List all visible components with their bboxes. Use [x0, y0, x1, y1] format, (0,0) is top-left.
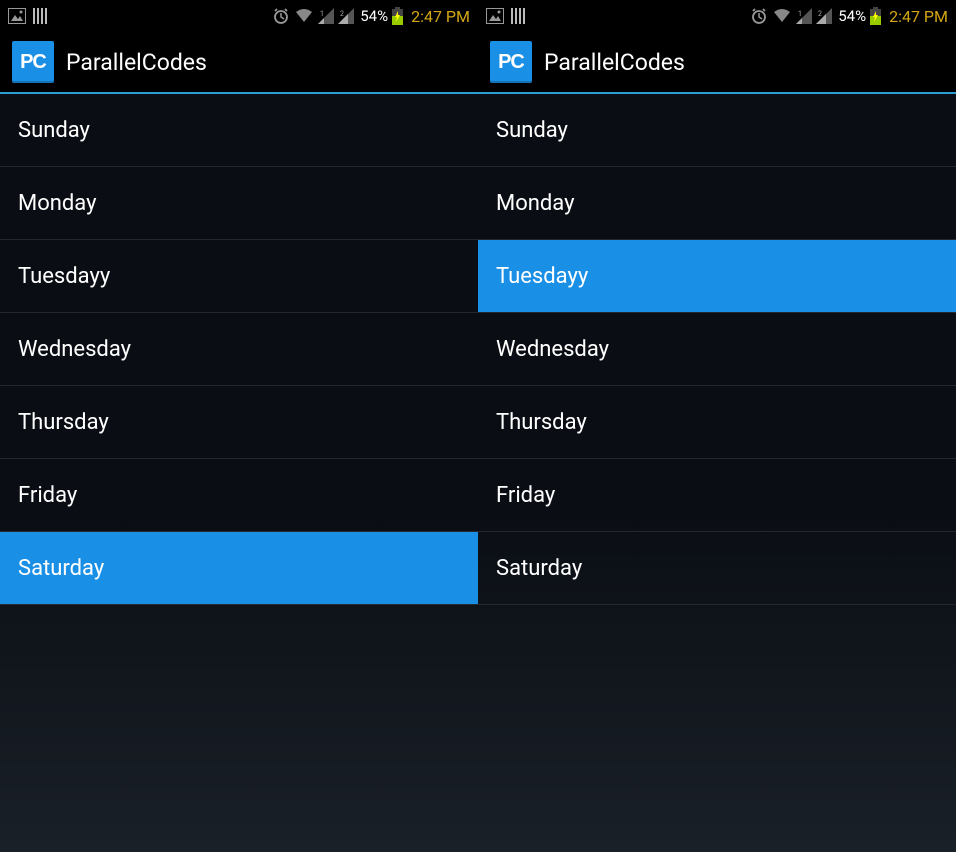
picture-notification-icon [8, 8, 26, 24]
list-item[interactable]: Thursday [478, 386, 956, 459]
list-item-label: Tuesdayy [18, 264, 110, 289]
list-item[interactable]: Saturday [478, 532, 956, 605]
list-item-label: Monday [496, 191, 575, 216]
status-left [486, 7, 528, 25]
signal-sim2-icon: 2 [338, 8, 354, 24]
battery-charging-icon [870, 7, 881, 25]
svg-text:2: 2 [818, 10, 822, 18]
list-item[interactable]: Sunday [478, 94, 956, 167]
status-bar: 1 2 54% 2:47 PM [0, 0, 478, 32]
list-item[interactable]: Sunday [0, 94, 478, 167]
list-item[interactable]: Saturday [0, 532, 478, 605]
list-item[interactable]: Wednesday [0, 313, 478, 386]
status-right: 1 2 54% 2:47 PM [750, 7, 948, 26]
list-item[interactable]: Tuesdayy [478, 240, 956, 313]
app-bar: PC ParallelCodes [0, 32, 478, 94]
list-item-label: Sunday [496, 118, 568, 143]
phone-screen-left: 1 2 54% 2:47 PM PC ParallelCodes Sunday … [0, 0, 478, 852]
barcode-notification-icon [510, 7, 528, 25]
list-item[interactable]: Thursday [0, 386, 478, 459]
app-icon[interactable]: PC [12, 41, 54, 83]
list-item-label: Friday [18, 483, 77, 508]
list-item-label: Friday [496, 483, 555, 508]
day-list: Sunday Monday Tuesdayy Wednesday Thursda… [478, 94, 956, 605]
wifi-icon [772, 8, 792, 24]
list-item-label: Tuesdayy [496, 264, 588, 289]
list-item-label: Saturday [496, 556, 582, 581]
app-icon[interactable]: PC [490, 41, 532, 83]
signal-sim1-icon: 1 [796, 8, 812, 24]
list-item-label: Thursday [496, 410, 587, 435]
list-item-label: Sunday [18, 118, 90, 143]
battery-charging-icon [392, 7, 403, 25]
barcode-notification-icon [32, 7, 50, 25]
status-left [8, 7, 50, 25]
signal-sim2-icon: 2 [816, 8, 832, 24]
svg-text:1: 1 [320, 10, 324, 18]
list-item-label: Wednesday [18, 337, 131, 362]
list-item[interactable]: Monday [478, 167, 956, 240]
app-title: ParallelCodes [66, 49, 207, 76]
battery-percentage: 54% [360, 7, 388, 25]
wifi-icon [294, 8, 314, 24]
picture-notification-icon [486, 8, 504, 24]
list-item-label: Monday [18, 191, 97, 216]
app-title: ParallelCodes [544, 49, 685, 76]
status-right: 1 2 54% 2:47 PM [272, 7, 470, 26]
list-item[interactable]: Tuesdayy [0, 240, 478, 313]
svg-text:1: 1 [798, 10, 802, 18]
list-item[interactable]: Wednesday [478, 313, 956, 386]
app-bar: PC ParallelCodes [478, 32, 956, 94]
status-bar: 1 2 54% 2:47 PM [478, 0, 956, 32]
battery-percentage: 54% [838, 7, 866, 25]
list-item[interactable]: Friday [0, 459, 478, 532]
clock-text: 2:47 PM [411, 7, 470, 26]
phone-screen-right: 1 2 54% 2:47 PM PC ParallelCodes Sunday … [478, 0, 956, 852]
list-item-label: Thursday [18, 410, 109, 435]
clock-text: 2:47 PM [889, 7, 948, 26]
alarm-icon [750, 7, 768, 25]
signal-sim1-icon: 1 [318, 8, 334, 24]
day-list: Sunday Monday Tuesdayy Wednesday Thursda… [0, 94, 478, 605]
list-item-label: Saturday [18, 556, 104, 581]
list-item[interactable]: Friday [478, 459, 956, 532]
list-item-label: Wednesday [496, 337, 609, 362]
alarm-icon [272, 7, 290, 25]
list-item[interactable]: Monday [0, 167, 478, 240]
svg-text:2: 2 [340, 10, 344, 18]
